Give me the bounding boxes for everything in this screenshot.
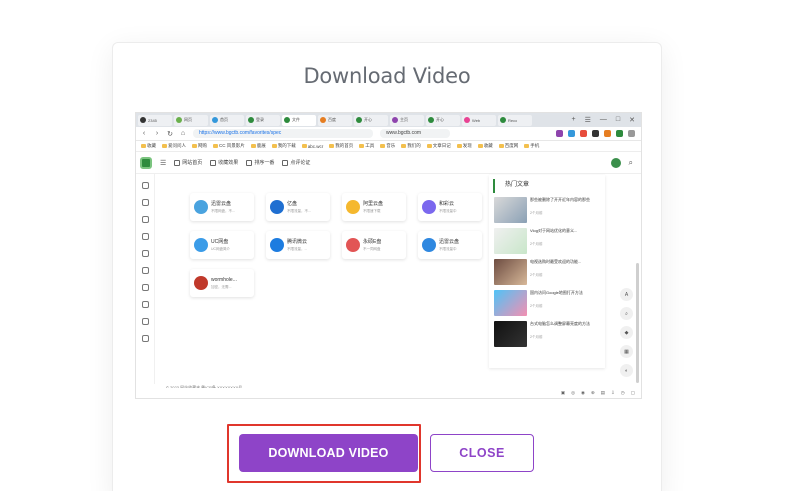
site-logo xyxy=(140,156,152,169)
sidebar-icon xyxy=(141,199,149,206)
bookmarks-bar: 收藏 爱问问人 网购 CC 风景影片 鹿展 我的下载 abc.wcr 我的首页 … xyxy=(136,141,641,152)
browser-tab: 开心 xyxy=(354,114,388,126)
extension-icons xyxy=(556,130,641,137)
site-card: 和彩云 不限流量中 xyxy=(418,193,482,221)
article-item: 电视选购时最受欢迎的功能... 2个月前 xyxy=(489,255,605,286)
menu-icon: ☰ xyxy=(160,159,167,167)
browser-tab: Reco xyxy=(498,114,532,126)
search-icon: ⌕ xyxy=(620,307,633,320)
browser-tab-bar: 2345 网页 首页 登录 文件 百度 开心 主页 开心 Web Reco + ☰… xyxy=(136,113,641,127)
window-controls: + ☰ — □ ✕ xyxy=(571,116,635,124)
secondary-url-field: www.bgctb.com xyxy=(380,129,450,138)
refresh-icon: ↻ xyxy=(167,130,173,138)
site-card: 亿盘 不限流量，不... xyxy=(266,193,330,221)
back-icon: ‹ xyxy=(142,130,146,137)
download-video-button[interactable]: DOWNLOAD VIDEO xyxy=(239,434,418,472)
panel-title: 热门文章 xyxy=(493,179,605,193)
site-card: 腾讯微云 不限流量，... xyxy=(266,231,330,259)
article-item: Vlog对于网站优化的意义... 2个月前 xyxy=(489,224,605,255)
bookmark-item: 网购 xyxy=(192,143,207,149)
site-sidebar xyxy=(136,174,155,384)
bookmark-item: 百度网 xyxy=(499,143,519,149)
bookmark-item: 我的首页 xyxy=(329,143,353,149)
bookmark-item: 鹿展 xyxy=(251,143,266,149)
sidebar-icon xyxy=(141,335,149,342)
sidebar-icon xyxy=(141,250,149,257)
browser-tab: 2345 xyxy=(138,114,172,126)
sidebar-icon xyxy=(141,318,149,325)
browser-address-bar: ‹ › ↻ ⌂ https://www.bgctb.com/favorites/… xyxy=(136,127,641,141)
sidebar-icon xyxy=(141,284,149,291)
sidebar-icon xyxy=(141,301,149,308)
sidebar-icon xyxy=(141,182,149,189)
dialog-title: Download Video xyxy=(303,64,471,88)
url-field: https://www.bgctb.com/favorites/spec xyxy=(193,129,373,138)
site-card: 永硕E盘 不一同网盘 xyxy=(342,231,406,259)
site-nav-link: 收藏效果 xyxy=(210,159,238,166)
floating-tools: A ⌕ ◆ ▦ ◐ xyxy=(620,288,633,377)
theme-icon: ◐ xyxy=(620,364,633,377)
bookmark-item: 爱问问人 xyxy=(162,143,186,149)
bookmark-item: 我们的 xyxy=(401,143,421,149)
bookmark-item: 音乐 xyxy=(380,143,395,149)
bookmark-item: 手机 xyxy=(524,143,539,149)
site-card: 迅雷云盘 不限网盘，不... xyxy=(190,193,254,221)
browser-status-bar: ▣ ◎ ◉ ⊕ ▤ ⇩ ◷ ▢ xyxy=(136,388,641,398)
hot-articles-panel: 热门文章 那些被删除了开开近年内容的那些 2个月前 Vlog对于网站优化的意义..… xyxy=(489,175,605,368)
site-nav-link: 网站首页 xyxy=(174,159,202,166)
preview-scrollbar xyxy=(636,263,639,383)
site-card: 阿里云盘 不限速下载 xyxy=(342,193,406,221)
font-size-icon: A xyxy=(620,288,633,301)
avatar xyxy=(610,157,621,168)
sidebar-icon xyxy=(141,267,149,274)
close-button[interactable]: CLOSE xyxy=(430,434,534,472)
forward-icon: › xyxy=(155,130,159,137)
browser-tab: 首页 xyxy=(210,114,244,126)
bookmark-item: 我的下载 xyxy=(272,143,296,149)
site-cards-grid: 迅雷云盘 不限网盘，不... 亿盘 不限流量，不... 阿里云盘 不限速下载 和彩云不… xyxy=(190,193,482,297)
site-nav-link: 点评论证 xyxy=(282,159,310,166)
bookmark-item: 工具 xyxy=(359,143,374,149)
bookmark-item: CC 风景影片 xyxy=(213,143,245,149)
browser-tab: 登录 xyxy=(246,114,280,126)
browser-tab: 文件 xyxy=(282,114,316,126)
home-icon: ⌂ xyxy=(180,130,186,137)
bookmark-item: 文章日记 xyxy=(427,143,451,149)
browser-tab: 网页 xyxy=(174,114,208,126)
site-nav-link: 排序一番 xyxy=(246,159,274,166)
search-icon: ⌕ xyxy=(628,157,633,167)
browser-tab: Web xyxy=(462,114,496,126)
tag-icon: ◆ xyxy=(620,326,633,339)
sidebar-icon xyxy=(141,216,149,223)
browser-tab: 开心 xyxy=(426,114,460,126)
bookmark-item: 发现 xyxy=(457,143,472,149)
bookmark-item: 收藏 xyxy=(141,143,156,149)
site-header: ☰ 网站首页 收藏效果 排序一番 点评论证 ⌕ xyxy=(136,152,641,174)
bookmark-item: abc.wcr xyxy=(302,144,324,149)
calendar-icon: ▦ xyxy=(620,345,633,358)
sidebar-icon xyxy=(141,233,149,240)
bookmark-item: 收藏 xyxy=(478,143,493,149)
video-preview-screenshot: 2345 网页 首页 登录 文件 百度 开心 主页 开心 Web Reco + ☰… xyxy=(135,112,642,399)
site-card: wormhole... 加密，无需... xyxy=(190,269,254,297)
article-item: 台式电脑怎么调整屏幕亮度的方法 2个月前 xyxy=(489,317,605,348)
site-card: 迅雷云盘 不限流量中 xyxy=(418,231,482,259)
browser-tab: 主页 xyxy=(390,114,424,126)
browser-tab: 百度 xyxy=(318,114,352,126)
article-item: 国内访问Google地图打开方法 2个月前 xyxy=(489,286,605,317)
site-card: UC网盘 UC网盘简介 xyxy=(190,231,254,259)
article-item: 那些被删除了开开近年内容的那些 2个月前 xyxy=(489,193,605,224)
